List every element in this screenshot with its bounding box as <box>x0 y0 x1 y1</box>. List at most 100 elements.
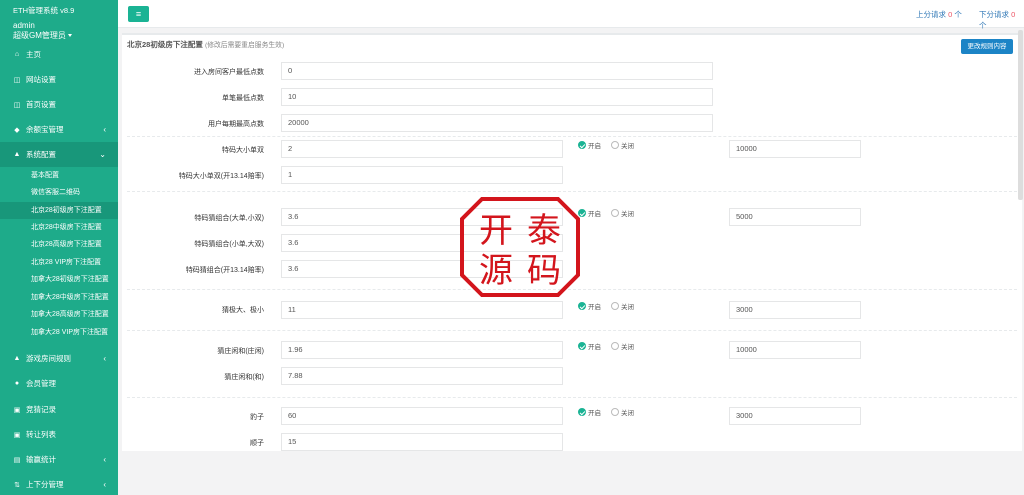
radio-on[interactable]: 开启 <box>578 341 601 351</box>
top-bar: ≡ 上分请求 0 个 下分请求 0 个 <box>118 0 1024 31</box>
sidebar-sub-bj28-vip[interactable]: 北京28 VIP房下注配置 <box>0 254 118 271</box>
updown-icon: ⇅ <box>14 481 20 489</box>
car-icon: ▣ <box>13 431 21 439</box>
radio-on[interactable]: 开启 <box>578 407 601 417</box>
up-request-link[interactable]: 上分请求 0 个 <box>916 9 962 20</box>
sidebar-item-site[interactable]: ◫ 网站设置 <box>0 67 118 92</box>
field-label: 顺子 <box>250 440 264 447</box>
odds-input[interactable]: 11 <box>281 301 563 319</box>
sidebar-item-homepage[interactable]: ◫ 首页设置 <box>0 92 118 117</box>
limit-input[interactable]: 10000 <box>729 341 861 359</box>
menu-toggle-button[interactable]: ≡ <box>128 6 149 22</box>
sidebar-sub-ca28-junior[interactable]: 加拿大28初级房下注配置 <box>0 271 118 288</box>
radio-off[interactable]: 关闭 <box>611 140 634 150</box>
odds-input[interactable]: 1.96 <box>281 341 563 359</box>
user-icon: ● <box>14 380 20 387</box>
sidebar-sub-bj28-middle[interactable]: 北京28中级房下注配置 <box>0 219 118 236</box>
user-role-dropdown[interactable]: 超级GM管理员 <box>13 31 118 41</box>
odds-input[interactable]: 2 <box>281 140 563 158</box>
radio-on[interactable]: 开启 <box>578 140 601 150</box>
sidebar-item-transfers[interactable]: ▣ 转让列表 <box>0 422 118 447</box>
max-per-period-input[interactable]: 20000 <box>281 114 713 132</box>
odds-input[interactable]: 15 <box>281 433 563 451</box>
columns-icon: ◫ <box>13 101 21 109</box>
field-label: 用户每期最高点数 <box>208 121 264 128</box>
sidebar-sub-ca28-vip[interactable]: 加拿大28 VIP房下注配置 <box>0 324 118 341</box>
radio-on[interactable]: 开启 <box>578 301 601 311</box>
field-label: 特码大小单双(开13.14赔率) <box>178 173 264 180</box>
radio-on[interactable]: 开启 <box>578 208 601 218</box>
check-circle-icon <box>578 342 586 350</box>
field-label: 特码大小单双 <box>222 147 264 154</box>
user-icon: ▲ <box>13 355 21 362</box>
chevron-down-icon: ⌄ <box>99 150 106 159</box>
save-rules-button[interactable]: 更改规则内容 <box>961 39 1013 54</box>
limit-input[interactable]: 3000 <box>729 407 861 425</box>
brand: ETH管理系统 v8.9 admin 超级GM管理员 <box>0 0 118 41</box>
field-label: 特码猜组合(小单,大双) <box>194 241 264 248</box>
sidebar-sub-bj28-senior[interactable]: 北京28高级房下注配置 <box>0 236 118 253</box>
divider <box>127 136 1017 137</box>
chevron-left-icon: ‹ <box>103 354 106 363</box>
field-label: 特码猜组合(大单,小双) <box>194 215 264 222</box>
sidebar-item-sysconfig[interactable]: ▲ 系统配置 ⌄ <box>0 142 118 167</box>
watermark-stamp: 开 泰 源 码 <box>460 197 580 297</box>
field-label: 猜极大、极小 <box>222 307 264 314</box>
circle-icon <box>611 342 619 350</box>
field-label: 单笔最低点数 <box>222 95 264 102</box>
circle-icon <box>611 302 619 310</box>
columns-icon: ◫ <box>13 76 21 84</box>
svg-text:源: 源 <box>479 251 513 291</box>
sidebar-sub-ca28-senior[interactable]: 加拿大28高级房下注配置 <box>0 306 118 323</box>
svg-text:码: 码 <box>527 251 561 291</box>
sidebar-sub-bj28-junior[interactable]: 北京28初级房下注配置 <box>0 202 118 219</box>
sidebar-sub-ca28-middle[interactable]: 加拿大28中级房下注配置 <box>0 289 118 306</box>
limit-input[interactable]: 3000 <box>729 301 861 319</box>
chevron-left-icon: ‹ <box>103 125 106 134</box>
sidebar-item-members[interactable]: ● 会员管理 <box>0 371 118 396</box>
field-label: 豹子 <box>250 414 264 421</box>
car-icon: ▣ <box>13 406 21 414</box>
field-label: 猜庄闲和(和) <box>224 374 264 381</box>
radio-off[interactable]: 关闭 <box>611 208 634 218</box>
sidebar-item-yuebao[interactable]: ◆ 余额宝管理 ‹ <box>0 117 118 142</box>
sidebar-sub-wechat[interactable]: 微信客服二维码 <box>0 184 118 201</box>
odds-input[interactable]: 7.88 <box>281 367 563 385</box>
radio-off[interactable]: 关闭 <box>611 301 634 311</box>
sidebar-item-bets[interactable]: ▣ 竞猜记录 <box>0 397 118 422</box>
limit-input[interactable]: 5000 <box>729 208 861 226</box>
home-icon: ⌂ <box>14 51 20 58</box>
radio-off[interactable]: 关闭 <box>611 407 634 417</box>
min-bet-input[interactable]: 10 <box>281 88 713 106</box>
user-icon: ▲ <box>13 151 21 158</box>
down-request-link[interactable]: 下分请求 0 个 <box>979 9 1024 31</box>
min-entry-points-input[interactable]: 0 <box>281 62 713 80</box>
svg-text:开: 开 <box>479 211 513 251</box>
limit-input[interactable]: 10000 <box>729 140 861 158</box>
divider <box>127 397 1017 398</box>
check-circle-icon <box>578 408 586 416</box>
sidebar-item-updown[interactable]: ⇅ 上下分管理 ‹ <box>0 472 118 495</box>
radio-off[interactable]: 关闭 <box>611 341 634 351</box>
scrollbar[interactable] <box>1018 30 1023 200</box>
diamond-icon: ◆ <box>14 126 20 134</box>
field-label: 猜庄闲和(庄闲) <box>217 348 264 355</box>
odds-input[interactable]: 1 <box>281 166 563 184</box>
odds-input[interactable]: 60 <box>281 407 563 425</box>
divider <box>127 330 1017 331</box>
check-circle-icon <box>578 141 586 149</box>
sidebar-item-rules[interactable]: ▲ 游戏房间规则 ‹ <box>0 346 118 371</box>
panel-title: 北京28初级房下注配置 (修改后需要重启服务生效) <box>127 40 285 49</box>
app-title: ETH管理系统 v8.9 <box>13 6 75 15</box>
chevron-left-icon: ‹ <box>103 480 106 489</box>
divider <box>127 191 1017 192</box>
sidebar-item-reports[interactable]: ▤ 输赢统计 ‹ <box>0 447 118 472</box>
sidebar: ETH管理系统 v8.9 admin 超级GM管理员 ⌂ 主页 ◫ 网站设置 ◫ 首页… <box>0 0 118 495</box>
circle-icon <box>611 141 619 149</box>
chevron-left-icon: ‹ <box>103 455 106 464</box>
chart-icon: ▤ <box>13 456 21 464</box>
svg-text:泰: 泰 <box>527 211 561 251</box>
sidebar-sub-basic[interactable]: 基本配置 <box>0 167 118 184</box>
sidebar-item-home[interactable]: ⌂ 主页 <box>0 42 118 67</box>
panel-note: (修改后需要重启服务生效) <box>204 42 285 49</box>
